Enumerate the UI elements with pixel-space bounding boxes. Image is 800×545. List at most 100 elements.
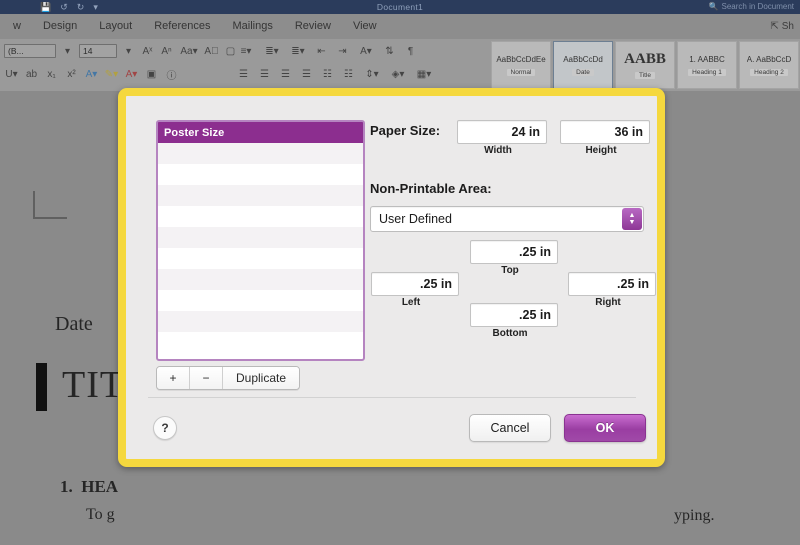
asian-layout-icon[interactable]: A▾	[356, 44, 376, 58]
bullets-icon[interactable]: ≡▾	[236, 44, 256, 58]
line-spacing-icon[interactable]: ⇕▾	[362, 67, 382, 81]
ok-button[interactable]: OK	[564, 414, 646, 442]
duplicate-paper-size-button[interactable]: Duplicate	[223, 367, 299, 389]
list-item[interactable]	[158, 332, 363, 353]
non-printable-area-select[interactable]: User Defined ▲ ▼	[370, 206, 644, 232]
subscript-icon[interactable]: x₁	[44, 67, 59, 81]
ribbon-tab-strip[interactable]: w Design Layout References Mailings Revi…	[0, 14, 800, 39]
clear-formatting-icon[interactable]: A⃠	[204, 44, 219, 58]
change-case-icon[interactable]: Aa▾	[178, 44, 200, 58]
font-size-box[interactable]: 14	[79, 44, 117, 58]
tab-home[interactable]: w	[2, 14, 32, 39]
columns-icon[interactable]: ☷	[341, 67, 356, 81]
list-item-selected[interactable]: Poster Size	[158, 122, 363, 143]
window-title-bar: 💾 ↺ ↻ ▾ Document1 🔍 Search in Document	[0, 0, 800, 14]
font-group-row2[interactable]: U▾ ab x₁ x² A▾ ✎▾ A▾ ▣ ⓘ	[4, 67, 179, 82]
style-date[interactable]: AaBbCcDd Date	[553, 41, 613, 89]
list-item[interactable]	[158, 269, 363, 290]
tab-references[interactable]: References	[143, 14, 221, 39]
decrease-indent-icon[interactable]: ⇤	[314, 44, 329, 58]
list-item[interactable]	[158, 290, 363, 311]
paper-height-input[interactable]: 36 in	[560, 120, 650, 144]
shrink-font-icon[interactable]: Aⁿ	[159, 44, 174, 58]
text-color-icon[interactable]: A▾	[124, 67, 139, 81]
list-item[interactable]	[158, 206, 363, 227]
paper-size-dialog[interactable]: Poster Size + − Duplicate Paper Size: 24…	[126, 96, 657, 459]
document-title: Document1	[376, 2, 424, 12]
shading-icon[interactable]: ◈▾	[388, 67, 408, 81]
title-accent-bar	[36, 363, 47, 411]
chevron-updown-icon[interactable]: ▲ ▼	[622, 208, 642, 230]
show-marks-icon[interactable]: ¶	[403, 44, 418, 58]
tab-mailings[interactable]: Mailings	[222, 14, 284, 39]
align-center-icon[interactable]: ☰	[257, 67, 272, 81]
borders-icon[interactable]: ▦▾	[414, 67, 434, 81]
search-in-document[interactable]: 🔍 Search in Document	[709, 0, 794, 14]
numbering-icon[interactable]: ≣▾	[262, 44, 282, 58]
margin-bottom-input[interactable]: .25 in	[470, 303, 558, 327]
tab-design[interactable]: Design	[32, 14, 88, 39]
margin-top-input[interactable]: .25 in	[470, 240, 558, 264]
multilevel-list-icon[interactable]: ≣▾	[288, 44, 308, 58]
search-icon: 🔍	[708, 2, 719, 11]
tab-layout[interactable]: Layout	[88, 14, 143, 39]
styles-gallery[interactable]: AaBbCcDdEe Normal AaBbCcDd Date AABB Tit…	[490, 39, 800, 91]
info-icon[interactable]: ⓘ	[164, 67, 179, 82]
share-button[interactable]: ⇱ Sh	[770, 14, 794, 39]
style-name: Title	[634, 72, 656, 79]
style-name: Normal	[506, 69, 536, 76]
margin-left-caption: Left	[401, 297, 421, 308]
style-normal[interactable]: AaBbCcDdEe Normal	[491, 41, 551, 89]
list-actions-segmented-control[interactable]: + − Duplicate	[156, 366, 300, 390]
chevron-down-icon[interactable]: ▾	[60, 44, 75, 58]
paragraph-group-row2[interactable]: ☰ ☰ ☰ ☰ ☷ ☷ ⇕▾ ◈▾ ▦▾	[236, 67, 434, 81]
character-shading-icon[interactable]: ▣	[144, 67, 159, 81]
cancel-button[interactable]: Cancel	[469, 414, 551, 442]
list-item[interactable]	[158, 248, 363, 269]
share-icon: ⇱	[770, 21, 779, 32]
font-group-row1[interactable]: (B... ▾ 14 ▾ Aˣ Aⁿ Aa▾ A⃠ ▢	[4, 44, 238, 58]
distribute-icon[interactable]: ☷	[320, 67, 335, 81]
strikethrough-icon[interactable]: ab	[24, 67, 39, 81]
style-heading-2[interactable]: A. AaBbCcD Heading 2	[739, 41, 799, 89]
search-label: Search in Document	[721, 2, 794, 11]
margin-left-input[interactable]: .25 in	[371, 272, 459, 296]
paper-width-input[interactable]: 24 in	[457, 120, 547, 144]
superscript-icon[interactable]: x²	[64, 67, 79, 81]
list-item[interactable]	[158, 227, 363, 248]
tab-view[interactable]: View	[342, 14, 388, 39]
chevron-down-icon[interactable]: ▾	[121, 44, 136, 58]
highlight-icon[interactable]: ✎▾	[104, 67, 119, 81]
add-paper-size-button[interactable]: +	[157, 367, 190, 389]
paper-height-caption: Height	[585, 145, 617, 156]
margin-right-input[interactable]: .25 in	[568, 272, 656, 296]
margin-right-caption: Right	[595, 297, 621, 308]
style-heading-1[interactable]: 1. AABBC Heading 1	[677, 41, 737, 89]
help-button[interactable]: ?	[153, 416, 177, 440]
style-title[interactable]: AABB Title	[615, 41, 675, 89]
font-color-icon[interactable]: A▾	[84, 67, 99, 81]
underline-icon[interactable]: U▾	[4, 67, 19, 81]
paragraph-group-row1[interactable]: ≡▾ ≣▾ ≣▾ ⇤ ⇥ A▾ ⇅ ¶	[236, 44, 418, 58]
paper-size-list[interactable]: Poster Size	[156, 120, 365, 361]
paper-width-caption: Width	[484, 145, 512, 156]
tab-review[interactable]: Review	[284, 14, 342, 39]
align-right-icon[interactable]: ☰	[278, 67, 293, 81]
doc-date: Date	[55, 313, 93, 335]
dialog-divider	[148, 397, 636, 398]
list-item[interactable]	[158, 311, 363, 332]
list-item[interactable]	[158, 185, 363, 206]
doc-body-1: To g	[86, 506, 115, 523]
style-preview: AABB	[624, 51, 666, 67]
sort-icon[interactable]: ⇅	[382, 44, 397, 58]
list-item[interactable]	[158, 143, 363, 164]
grow-font-icon[interactable]: Aˣ	[140, 44, 155, 58]
increase-indent-icon[interactable]: ⇥	[335, 44, 350, 58]
paper-size-dialog-highlight: Poster Size + − Duplicate Paper Size: 24…	[118, 88, 665, 467]
align-left-icon[interactable]: ☰	[236, 67, 251, 81]
ribbon-tabs[interactable]: w Design Layout References Mailings Revi…	[0, 14, 388, 39]
remove-paper-size-button[interactable]: −	[190, 367, 223, 389]
list-item[interactable]	[158, 164, 363, 185]
font-name-box[interactable]: (B...	[4, 44, 56, 58]
justify-icon[interactable]: ☰	[299, 67, 314, 81]
